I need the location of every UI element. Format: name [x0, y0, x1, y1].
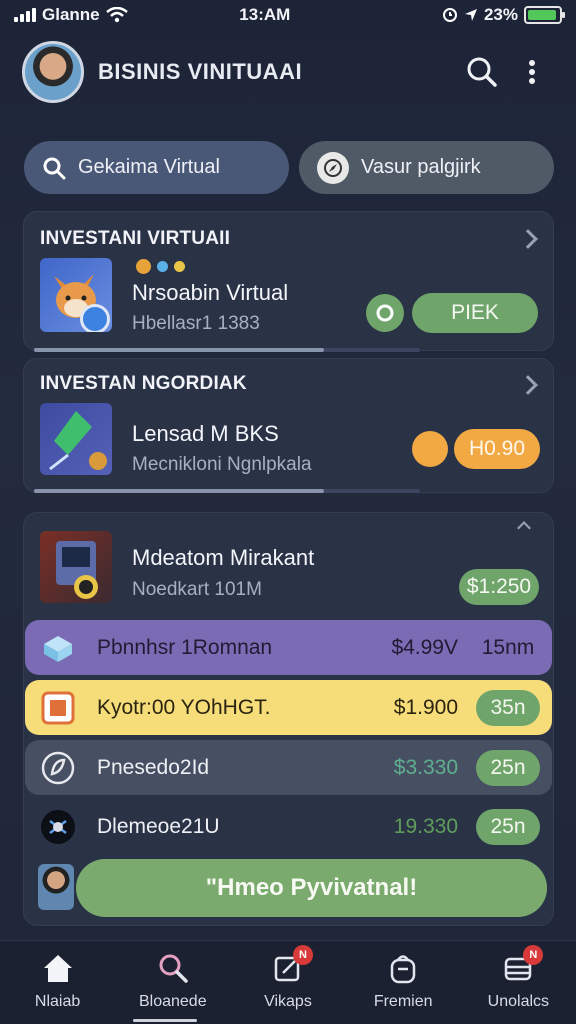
notification-badge: N	[523, 945, 544, 965]
user-avatar	[38, 864, 74, 910]
tab-label: Bloanede	[138, 993, 207, 1010]
price-button[interactable]: $1:250	[459, 569, 539, 605]
compass-icon	[317, 151, 349, 184]
list-item[interactable]: Pnesedo2Id $3.330 25n	[25, 740, 552, 795]
search-icon	[43, 157, 66, 179]
expand-icon[interactable]	[517, 521, 531, 535]
chevron-right-icon[interactable]	[518, 375, 538, 395]
bottom-tab-bar: Nlaiab Bloanede N Vikaps Fremien N Unola…	[0, 940, 576, 1024]
carrier-name: Glanne	[42, 5, 100, 24]
bag-icon	[386, 951, 420, 985]
location-icon	[464, 9, 477, 21]
status-left: Glanne	[14, 5, 128, 25]
edit-icon: N	[271, 945, 313, 985]
coin-dots-icon	[136, 259, 185, 274]
investment-card-1[interactable]: INVESTANI VIRTUAII Nrsoabin Virtual Hbel…	[23, 211, 554, 352]
tab-home[interactable]: Nlaiab	[3, 951, 113, 1011]
wifi-icon	[105, 7, 128, 23]
item-subtitle: Noedkart 101M	[132, 579, 262, 600]
primary-cta-button[interactable]: "Hmeo Pyvivatnal!	[76, 859, 547, 917]
battery-percent: 23%	[483, 5, 518, 24]
profile-avatar[interactable]	[22, 41, 84, 103]
item-subtitle: Mecnikloni Ngnlpkala	[132, 454, 312, 475]
list-item[interactable]: Kyotr:00 YOhHGT. $1.900 35n	[25, 680, 552, 735]
more-menu-button[interactable]	[510, 50, 554, 94]
home-indicator	[133, 1019, 197, 1022]
row-time: 15nm	[481, 635, 535, 659]
item-name: Lensad M BKS	[132, 421, 279, 446]
progress-fill	[34, 489, 324, 493]
leaf-icon	[39, 749, 77, 787]
app-title: BISINIS VINITUAAI	[98, 59, 303, 84]
home-icon	[41, 951, 75, 985]
filter-pill-label: Vasur palgjirk	[361, 156, 481, 178]
investment-card-2[interactable]: INVESTAN NGORDIAK Lensad M BKS Mecniklon…	[23, 358, 554, 493]
list-item[interactable]: Pbnnhsr 1Romnan $4.99V 15nm	[25, 620, 552, 675]
tab-browse[interactable]: Bloanede	[118, 951, 228, 1011]
search-button[interactable]	[460, 50, 504, 94]
tab-details[interactable]: N Unolalcs	[463, 945, 573, 1011]
item-name: Mdeatom Mirakant	[132, 545, 315, 570]
ice-cube-icon	[39, 629, 77, 667]
row-price: $4.99V	[391, 635, 458, 659]
signal-icon	[14, 8, 36, 22]
progress-fill	[34, 348, 324, 352]
row-label: Pnesedo2Id	[97, 755, 210, 779]
more-vertical-icon	[529, 60, 535, 84]
refresh-icon[interactable]	[366, 294, 404, 332]
notification-badge: N	[292, 945, 313, 965]
chevron-right-icon[interactable]	[518, 229, 538, 249]
badge-coin-icon	[80, 304, 110, 332]
fox-thumbnail	[40, 258, 112, 332]
row-time: 35n	[476, 689, 540, 726]
battery-fill	[527, 10, 557, 20]
price-button[interactable]: H0.90	[454, 429, 540, 469]
row-price: $1.900	[393, 695, 458, 719]
tab-label: Fremien	[373, 993, 433, 1010]
search-icon	[156, 951, 190, 985]
card-title: INVESTAN NGORDIAK	[40, 373, 247, 394]
row-time: 25n	[476, 749, 540, 786]
tab-label: Vikaps	[264, 993, 312, 1010]
tab-label: Unolalcs	[487, 993, 550, 1010]
list-item[interactable]: Dlemeoe21U 19.330 25n	[25, 799, 552, 854]
crate-icon	[39, 689, 77, 727]
search-pill-label: Gekaima Virtual	[78, 156, 220, 178]
machine-thumbnail	[40, 531, 112, 603]
app-header: BISINIS VINITUAAI	[0, 36, 576, 108]
card2-progress	[34, 489, 420, 493]
row-label: Kyotr:00 YOhHGT.	[97, 695, 271, 719]
robot-icon	[39, 808, 77, 846]
row-label: Dlemeoe21U	[97, 814, 220, 838]
tab-label: Nlaiab	[34, 993, 81, 1010]
stack-icon: N	[501, 945, 544, 985]
card1-progress	[34, 348, 420, 352]
alarm-icon	[442, 8, 457, 22]
row-label: Pbnnhsr 1Romnan	[97, 635, 273, 659]
row-price: $3.330	[393, 755, 458, 779]
pick-button[interactable]: PIEK	[412, 293, 538, 333]
card-title: INVESTANI VIRTUAII	[40, 228, 231, 249]
gem-thumbnail	[40, 403, 112, 475]
clock: 13:AM	[239, 5, 291, 24]
pill-row: Gekaima Virtual Vasur palgjirk	[24, 141, 554, 194]
search-pill[interactable]: Gekaima Virtual	[24, 141, 289, 194]
tab-tasks[interactable]: N Vikaps	[233, 945, 343, 1011]
status-right: 23%	[442, 5, 565, 25]
status-bar: Glanne 13:AM 23%	[0, 0, 576, 30]
search-icon	[467, 57, 497, 87]
row-price: 19.330	[393, 814, 458, 838]
battery-icon	[523, 6, 565, 24]
item-subtitle: Hbellasr1 1383	[132, 313, 260, 334]
tab-premium[interactable]: Fremien	[348, 951, 458, 1011]
filter-pill[interactable]: Vasur palgjirk	[299, 141, 554, 194]
coin-stack-icon	[412, 431, 448, 467]
item-name: Nrsoabin Virtual	[132, 280, 289, 305]
row-time: 25n	[476, 808, 540, 845]
